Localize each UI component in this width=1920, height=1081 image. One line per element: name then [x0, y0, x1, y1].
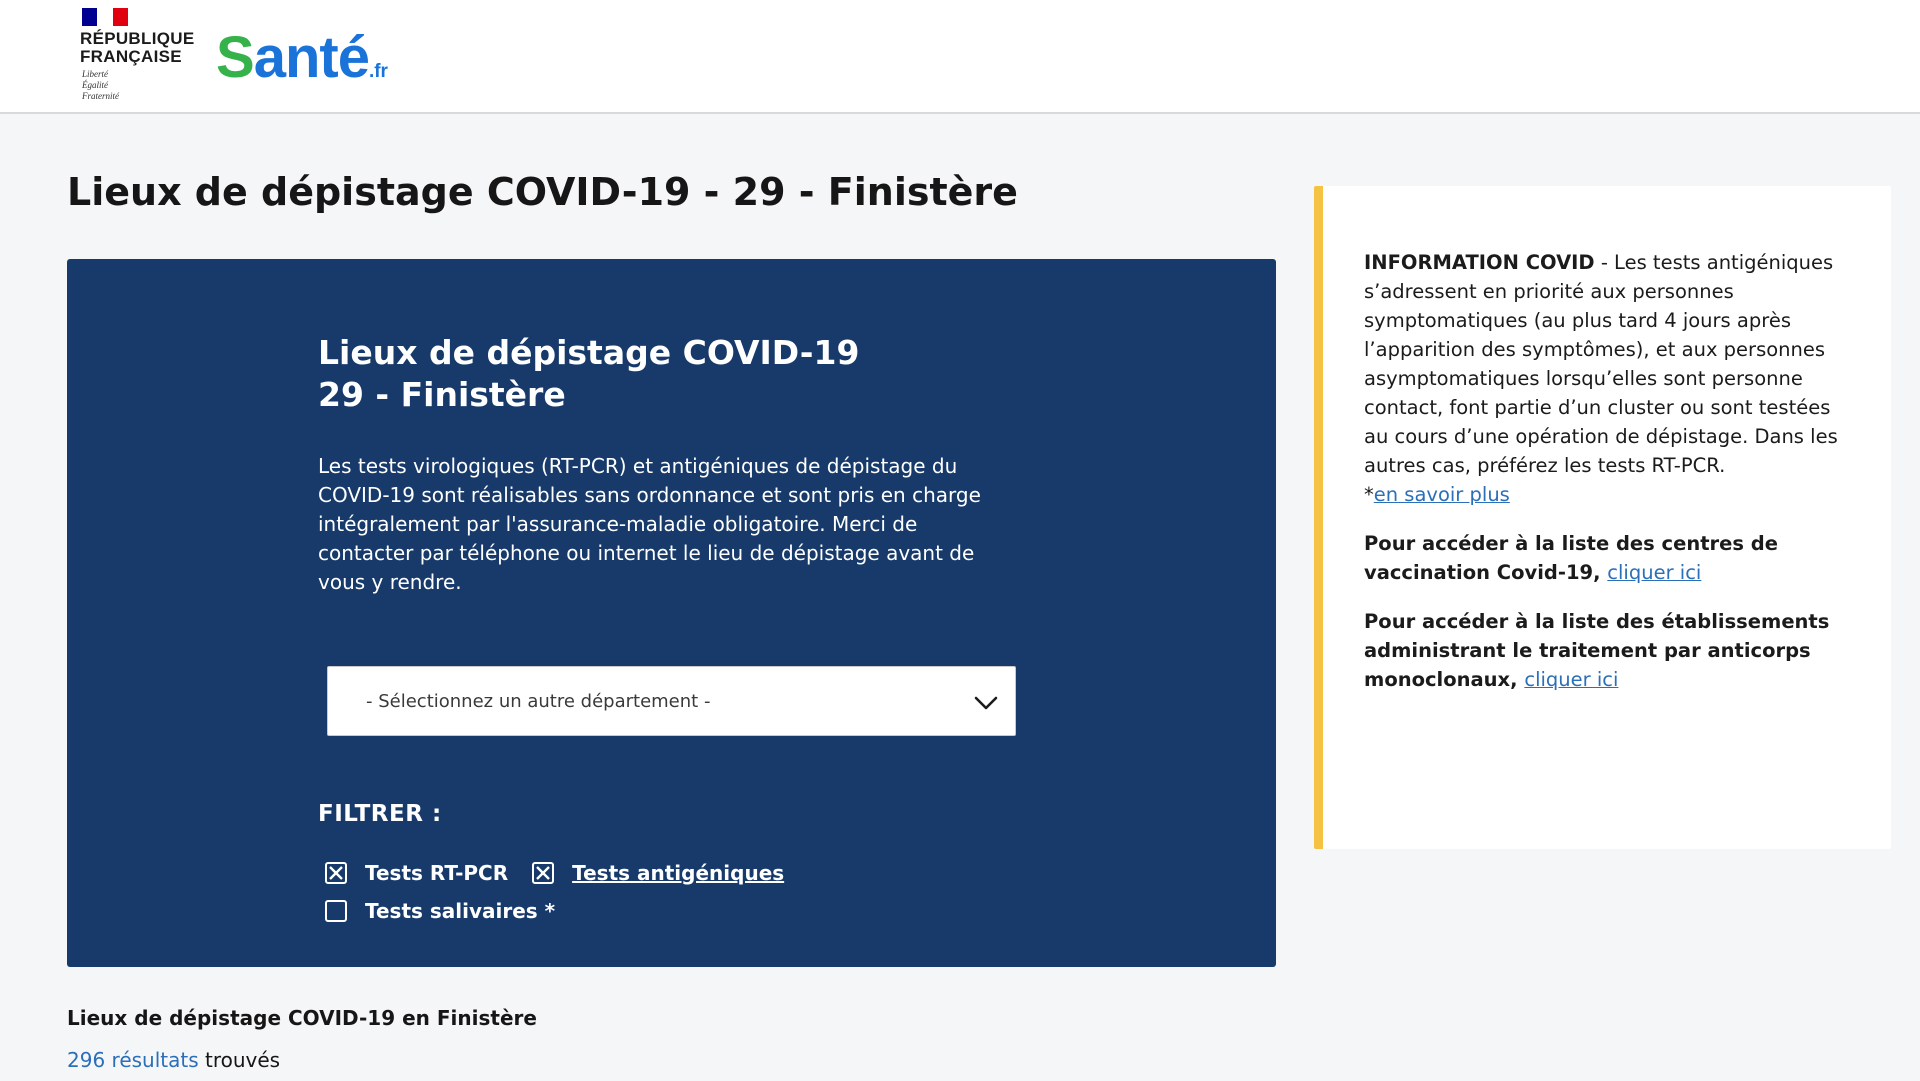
checkbox-checked-icon	[329, 866, 343, 880]
sante-fr-logo[interactable]: Santé.fr	[216, 18, 388, 98]
checkbox-rt-pcr[interactable]	[325, 862, 347, 884]
filter-row: Tests RT-PCR Tests antigéniques	[325, 859, 784, 887]
info-paragraph-anticorps: Pour accéder à la liste des établissemen…	[1364, 607, 1849, 694]
filter-label-antigeniques[interactable]: Tests antigéniques	[572, 859, 784, 887]
sante-logo-tld: .fr	[368, 61, 388, 82]
info-covid-heading: INFORMATION COVID	[1364, 251, 1595, 274]
logo-name-line2: FRANÇAISE	[80, 47, 182, 66]
checkbox-salivaires[interactable]	[325, 900, 347, 922]
page-title: Lieux de dépistage COVID-19 - 29 - Finis…	[67, 170, 1018, 214]
logo-motto: Liberté Égalité Fraternité	[82, 69, 200, 102]
panel-title-line1: Lieux de dépistage COVID-19	[318, 333, 860, 372]
panel-title: Lieux de dépistage COVID-19 29 - Finistè…	[318, 332, 859, 416]
filter-label: FILTRER :	[318, 801, 442, 827]
results-count-suffix: trouvés	[198, 1048, 281, 1072]
results-count-number: 296 résultats	[67, 1048, 199, 1072]
filter-row: Tests salivaires *	[325, 897, 555, 925]
vaccination-link[interactable]: cliquer ici	[1607, 561, 1701, 584]
panel-description: Les tests virologiques (RT-PCR) et antig…	[318, 454, 981, 594]
department-select[interactable]: - Sélectionnez un autre département -	[327, 666, 1016, 736]
info-paragraph-covid: INFORMATION COVID - Les tests antigéniqu…	[1364, 248, 1849, 509]
info-vaccination-text: Pour accéder à la liste des centres de v…	[1364, 532, 1778, 584]
results-heading: Lieux de dépistage COVID-19 en Finistère	[67, 1006, 537, 1030]
panel-title-line2: 29 - Finistère	[318, 375, 566, 414]
checkbox-antigeniques[interactable]	[532, 862, 555, 884]
info-panel: INFORMATION COVID - Les tests antigéniqu…	[1314, 186, 1891, 849]
motto-liberte: Liberté	[82, 69, 108, 79]
logo-name-line1: RÉPUBLIQUE	[80, 29, 195, 48]
info-covid-text: - Les tests antigéniques s’adressent en …	[1364, 251, 1838, 477]
checkbox-checked-icon	[536, 866, 550, 880]
sante-logo-rest: anté	[253, 25, 370, 90]
site-header: RÉPUBLIQUE FRANÇAISE Liberté Égalité Fra…	[0, 0, 1920, 114]
info-content: INFORMATION COVID - Les tests antigéniqu…	[1364, 248, 1849, 714]
search-panel: Lieux de dépistage COVID-19 29 - Finistè…	[67, 259, 1276, 967]
filter-label-rt-pcr[interactable]: Tests RT-PCR	[365, 859, 508, 887]
en-savoir-plus-link[interactable]: en savoir plus	[1374, 483, 1510, 506]
info-link-prefix: *	[1364, 483, 1374, 506]
french-flag-icon	[82, 8, 128, 26]
chevron-down-icon	[974, 696, 998, 710]
motto-fraternite: Fraternité	[82, 91, 119, 101]
anticorps-link[interactable]: cliquer ici	[1524, 668, 1618, 691]
results-count: 296 résultats trouvés	[67, 1046, 280, 1074]
info-paragraph-vaccination: Pour accéder à la liste des centres de v…	[1364, 529, 1849, 587]
motto-egalite: Égalité	[82, 80, 108, 90]
sante-logo-s: S	[216, 25, 255, 90]
filter-label-salivaires[interactable]: Tests salivaires *	[365, 897, 555, 925]
republique-francaise-logo[interactable]: RÉPUBLIQUE FRANÇAISE Liberté Égalité Fra…	[80, 8, 200, 108]
department-select-value: - Sélectionnez un autre département -	[366, 691, 711, 712]
